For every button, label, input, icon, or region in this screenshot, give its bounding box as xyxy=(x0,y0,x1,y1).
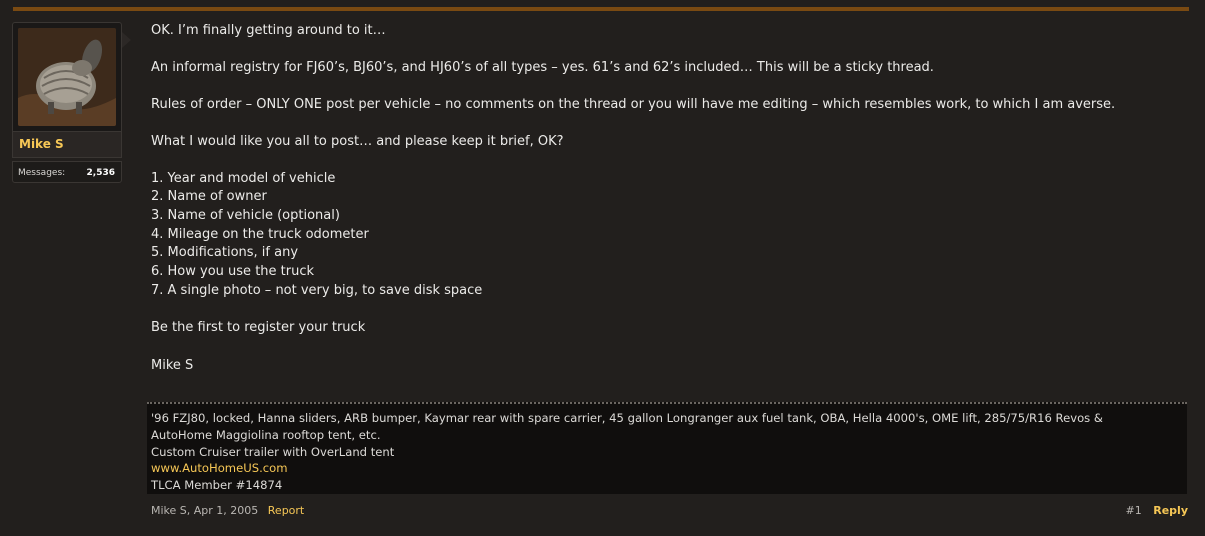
list-item: 4. Mileage on the truck odometer xyxy=(151,226,369,242)
list-item: 6. How you use the truck xyxy=(151,264,315,280)
post-permalink[interactable]: #1 xyxy=(1126,504,1142,517)
thread-top-bar xyxy=(13,7,1189,11)
message-pointer-arrow xyxy=(122,32,131,48)
list-item: 7. A single photo – not very big, to sav… xyxy=(151,282,483,298)
username-box: Mike S xyxy=(12,132,122,158)
avatar[interactable] xyxy=(18,28,116,126)
message-paragraph: What I would like you all to post… and p… xyxy=(151,133,564,149)
signature-line: TLCA Member #14874 xyxy=(151,478,283,493)
armadillo-avatar-icon xyxy=(18,28,116,126)
messages-label: Messages: xyxy=(18,168,66,178)
message-paragraph: OK. I’m finally getting around to it… xyxy=(151,23,386,38)
report-link[interactable]: Report xyxy=(268,504,304,517)
avatar-frame xyxy=(12,22,122,132)
request-list: 1. Year and model of vehicle 2. Name of … xyxy=(151,170,1181,301)
user-stats: Messages: 2,536 xyxy=(12,161,122,183)
post-message: OK. I’m finally getting around to it… An… xyxy=(151,22,1181,376)
messages-count[interactable]: 2,536 xyxy=(87,168,115,178)
list-item: 1. Year and model of vehicle xyxy=(151,170,336,186)
post-author-date[interactable]: Mike S, Apr 1, 2005 xyxy=(151,504,258,517)
reply-button[interactable]: Reply xyxy=(1153,504,1188,517)
list-item: 5. Modifications, if any xyxy=(151,245,299,261)
post-footer-actions: #1 Reply xyxy=(1126,504,1188,517)
list-item: 2. Name of owner xyxy=(151,189,267,205)
list-item: 3. Name of vehicle (optional) xyxy=(151,207,340,223)
user-panel: Mike S Messages: 2,536 xyxy=(12,22,131,183)
message-signoff: Mike S xyxy=(151,357,194,373)
signature-website-link[interactable]: www.AutoHomeUS.com xyxy=(151,460,1183,477)
username-link[interactable]: Mike S xyxy=(19,137,64,151)
message-paragraph: Rules of order – ONLY ONE post per vehic… xyxy=(151,96,1116,112)
signature-line: Custom Cruiser trailer with OverLand ten… xyxy=(151,444,395,459)
message-paragraph: An informal registry for FJ60’s, BJ60’s,… xyxy=(151,59,934,75)
user-signature: '96 FZJ80, locked, Hanna sliders, ARB bu… xyxy=(147,402,1187,494)
signature-line: AutoHome Maggiolina rooftop tent, etc. xyxy=(151,427,381,442)
post-footer-meta: Mike S, Apr 1, 2005 Report xyxy=(151,504,304,517)
signature-line: '96 FZJ80, locked, Hanna sliders, ARB bu… xyxy=(151,411,1103,425)
message-closing: Be the first to register your truck xyxy=(151,319,366,335)
